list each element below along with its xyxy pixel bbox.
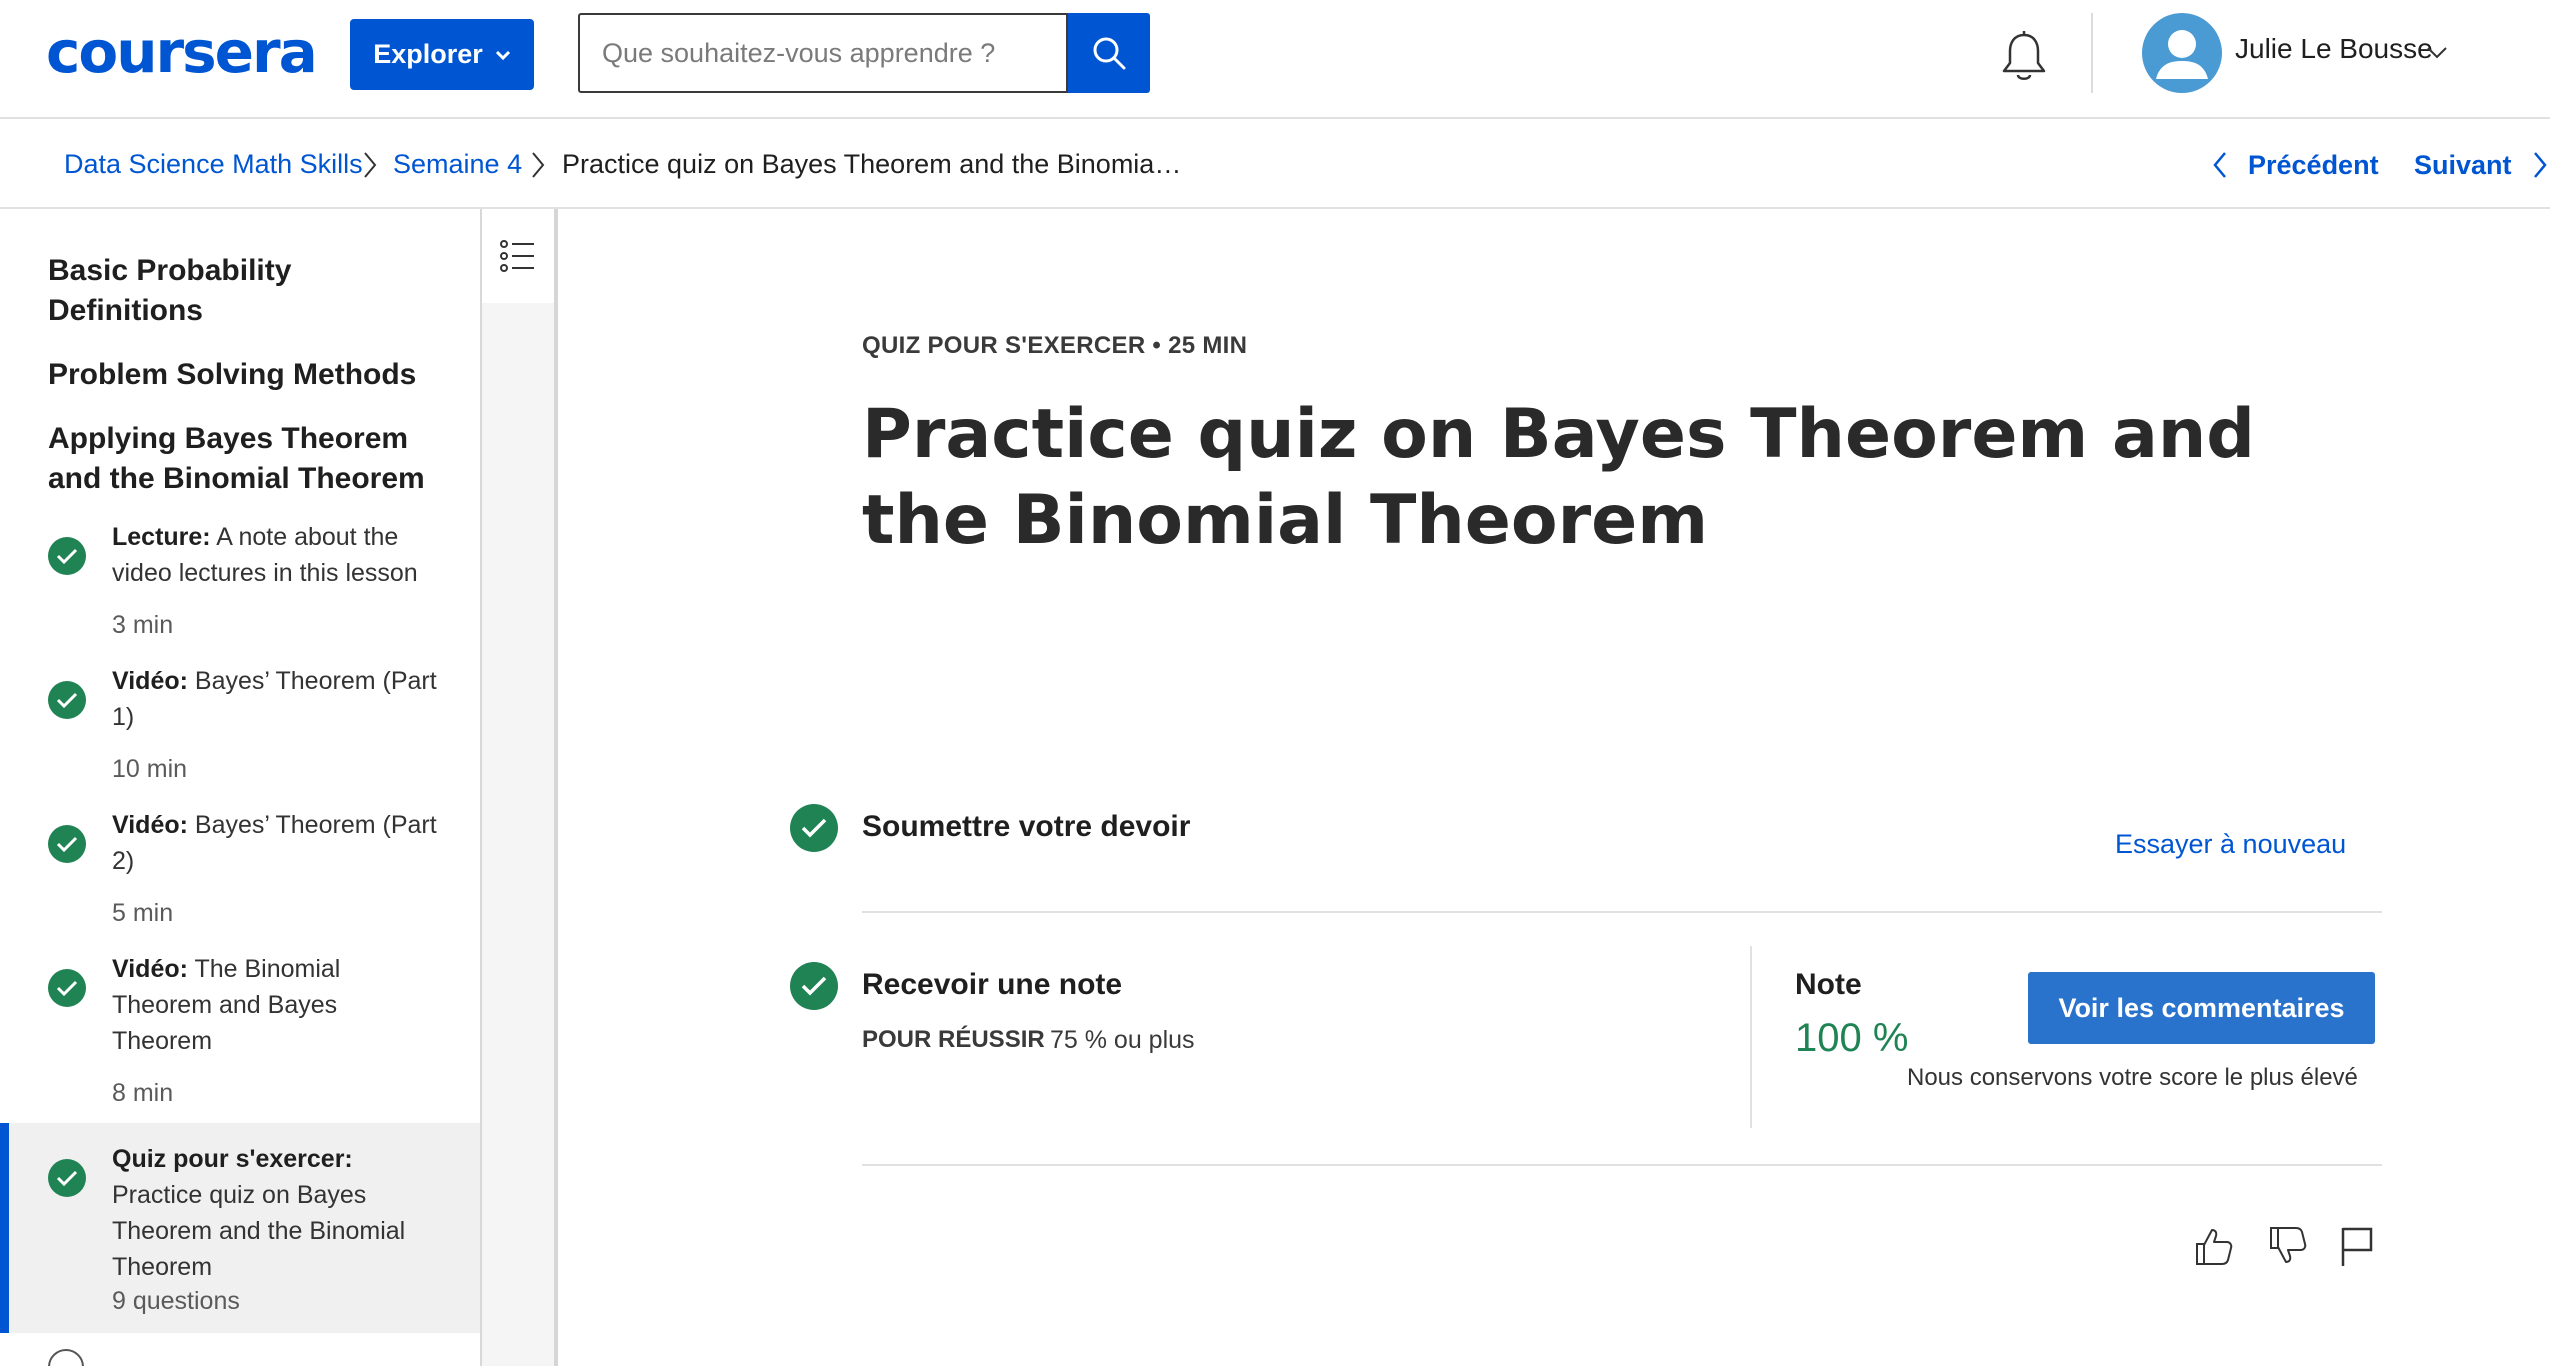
- user-icon: [2156, 30, 2208, 79]
- coursera-logo[interactable]: coursera: [46, 20, 318, 85]
- item-duration: 3 min: [112, 611, 174, 639]
- chevron-down-icon: [495, 50, 510, 60]
- next-button[interactable]: Suivant: [2414, 145, 2548, 185]
- item-type: Vidéo:: [112, 811, 188, 839]
- like-button[interactable]: [2189, 1222, 2237, 1270]
- breadcrumb-course[interactable]: Data Science Math Skills: [64, 147, 363, 181]
- view-feedback-button[interactable]: Voir les commentaires: [2028, 972, 2375, 1044]
- avatar[interactable]: [2142, 13, 2222, 93]
- user-name[interactable]: Julie Le Bousse: [2235, 33, 2433, 65]
- thumbs-down-icon: [2270, 1227, 2307, 1263]
- item-duration: 10 min: [112, 755, 188, 783]
- breadcrumb: Data Science Math Skills Semaine 4 Pract…: [0, 119, 2550, 209]
- pass-value: 75 % ou plus: [1050, 1026, 1195, 1054]
- previous-button[interactable]: Précédent: [2212, 145, 2379, 185]
- search-button[interactable]: [1068, 13, 1150, 93]
- sidebar-item-video-bayes-1[interactable]: Vidéo: Bayes’ Theorem (Part 1) 10 min: [0, 663, 480, 803]
- sidebar-item-text: Quiz pour s'exercer: Practice quiz on Ba…: [112, 1141, 442, 1285]
- completed-check-icon: [48, 681, 86, 719]
- item-duration: 8 min: [112, 1079, 174, 1107]
- divider: [862, 1164, 2382, 1166]
- lesson-heading-basic-probability[interactable]: Basic Probability Definitions: [48, 251, 448, 331]
- dislike-button[interactable]: [2263, 1222, 2311, 1270]
- thumbs-up-icon: [2196, 1229, 2233, 1265]
- item-duration: 9 questions: [112, 1287, 240, 1315]
- completed-check-icon: [48, 969, 86, 1007]
- search-field[interactable]: [578, 13, 1068, 93]
- top-navigation-bar: coursera Explorer Julie Le Bousse: [0, 0, 2550, 119]
- breadcrumb-current: Practice quiz on Bayes Theorem and the B…: [562, 149, 1182, 179]
- search-input[interactable]: [600, 36, 1044, 70]
- previous-label: Précédent: [2248, 149, 2379, 180]
- grade-step-title: Recevoir une note: [862, 968, 1123, 1001]
- item-type: Lecture:: [112, 523, 211, 551]
- grade-label: Note: [1795, 968, 1862, 1001]
- bell-icon: [2002, 31, 2046, 80]
- chevron-right-icon: [532, 152, 545, 178]
- course-outline-sidebar: Basic Probability Definitions Problem So…: [0, 209, 482, 1366]
- page-title: Practice quiz on Bayes Theorem and the B…: [862, 395, 2255, 560]
- chevron-right-icon: [364, 152, 377, 178]
- grade-divider: [1750, 946, 1752, 1128]
- divider: [862, 911, 2382, 913]
- grade-value: 100 %: [1795, 1016, 1909, 1060]
- sidebar-item-text: Vidéo: Bayes’ Theorem (Part 1): [112, 663, 442, 735]
- sidebar-item-text: Lecture: A note about the video lectures…: [112, 519, 442, 591]
- item-kicker: QUIZ POUR S'EXERCER • 25 MIN: [862, 332, 1248, 359]
- active-indicator: [0, 1123, 9, 1333]
- completed-check-icon: [48, 1159, 86, 1197]
- outline-toggle-button[interactable]: [482, 209, 554, 303]
- item-duration: 5 min: [112, 899, 174, 927]
- item-type: Vidéo:: [112, 667, 188, 695]
- sidebar-item-video-bayes-2[interactable]: Vidéo: Bayes’ Theorem (Part 2) 5 min: [0, 807, 480, 947]
- explore-label: Explorer: [373, 39, 483, 69]
- explore-button[interactable]: Explorer: [350, 19, 534, 90]
- try-again-link[interactable]: Essayer à nouveau: [2115, 829, 2346, 860]
- completed-check-icon: [48, 537, 86, 575]
- item-title: Practice quiz on Bayes Theorem and the B…: [112, 1181, 406, 1281]
- chevron-right-icon: [2533, 152, 2547, 178]
- sidebar-item-lecture-note[interactable]: Lecture: A note about the video lectures…: [0, 519, 480, 659]
- highest-score-note: Nous conservons votre score le plus élev…: [1907, 1064, 2358, 1091]
- submit-step-title: Soumettre votre devoir: [862, 810, 1191, 843]
- outline-toggle-strip: [482, 209, 558, 1366]
- chevron-left-icon: [2213, 152, 2226, 178]
- next-label: Suivant: [2414, 149, 2512, 180]
- list-icon: [500, 240, 534, 272]
- notifications-button[interactable]: [1996, 27, 2052, 87]
- breadcrumb-week[interactable]: Semaine 4: [393, 147, 522, 181]
- flag-icon: [2341, 1227, 2373, 1266]
- sidebar-item-text: Vidéo: The Binomial Theorem and Bayes Th…: [112, 951, 442, 1059]
- completed-check-icon: [790, 804, 838, 852]
- search-icon: [1093, 37, 1126, 70]
- sidebar-item-text: Vidéo: Bayes’ Theorem (Part 2): [112, 807, 442, 879]
- pass-label: POUR RÉUSSIR: [862, 1026, 1045, 1053]
- header-divider: [2091, 13, 2093, 93]
- chevron-down-icon[interactable]: [2426, 46, 2448, 60]
- lesson-heading-bayes-binomial[interactable]: Applying Bayes Theorem and the Binomial …: [48, 419, 448, 499]
- incomplete-circle-icon: [48, 1349, 84, 1366]
- lesson-heading-problem-solving[interactable]: Problem Solving Methods: [48, 355, 448, 395]
- report-button[interactable]: [2333, 1222, 2381, 1270]
- completed-check-icon: [790, 962, 838, 1010]
- item-type: Quiz pour s'exercer:: [112, 1145, 353, 1173]
- completed-check-icon: [48, 825, 86, 863]
- sidebar-item-video-binomial[interactable]: Vidéo: The Binomial Theorem and Bayes Th…: [0, 951, 480, 1121]
- sidebar-item-practice-quiz[interactable]: Quiz pour s'exercer: Practice quiz on Ba…: [0, 1123, 480, 1333]
- item-type: Vidéo:: [112, 955, 188, 983]
